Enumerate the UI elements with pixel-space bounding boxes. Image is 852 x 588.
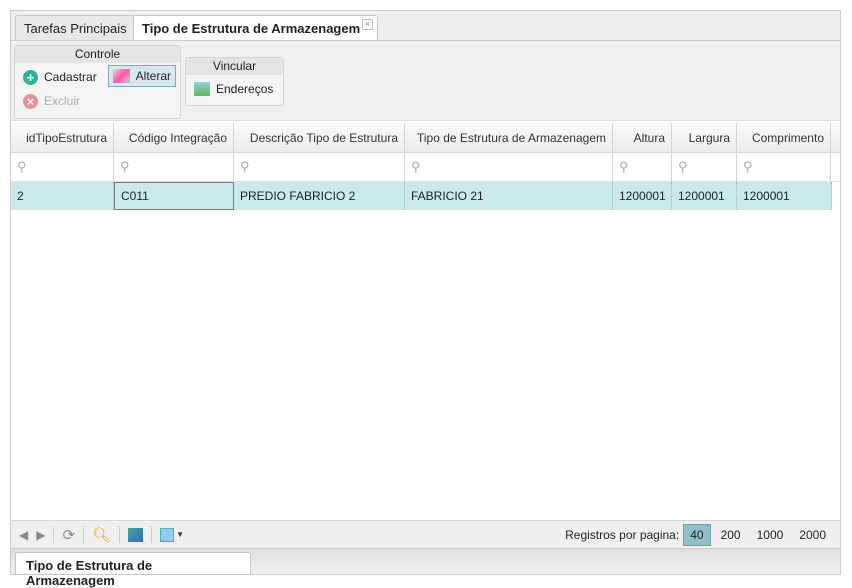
edit-icon	[113, 69, 130, 83]
filter-input[interactable]: ⚲	[234, 153, 405, 181]
tab-label: Tipo de Estrutura de Armazenagem	[142, 21, 361, 36]
table-cell[interactable]: 1200001	[737, 182, 832, 210]
page-size-option[interactable]: 2000	[793, 525, 832, 545]
column-header[interactable]: Largura	[672, 123, 737, 152]
cadastrar-button[interactable]: + Cadastrar	[19, 66, 101, 88]
column-header[interactable]: Código Integração	[114, 123, 234, 152]
column-header[interactable]: Comprimento	[737, 123, 831, 152]
filter-row: ⚲ ⚲ ⚲ ⚲ ⚲ ⚲ ⚲	[11, 153, 840, 182]
button-label: Alterar	[135, 69, 171, 83]
filter-input[interactable]: ⚲	[11, 153, 114, 181]
bottom-tab[interactable]: Tipo de Estrutura de Armazenagem	[15, 552, 251, 588]
refresh-icon[interactable]: ⟳	[62, 526, 75, 544]
search-icon: ⚲	[411, 159, 421, 174]
bottom-tab-bar: Tipo de Estrutura de Armazenagem	[10, 548, 841, 588]
tab-label: Tarefas Principais	[24, 21, 127, 36]
table-cell[interactable]: PREDIO FABRICIO 2	[234, 182, 405, 210]
zoom-icon[interactable]: 🔍︎	[92, 526, 111, 544]
search-icon: ⚲	[678, 159, 688, 174]
filter-input[interactable]: ⚲	[114, 153, 234, 181]
filter-input[interactable]: ⚲	[613, 153, 672, 181]
table-row[interactable]: 2 C011 PREDIO FABRICIO 2 FABRICIO 21 120…	[11, 182, 832, 210]
ribbon: Controle + Cadastrar Alterar × Excluir Vin…	[11, 41, 840, 121]
pager-toolbar: ◀ ▶ ⟳ 🔍︎ ▼ Registros por pagina: 40 200 …	[11, 520, 840, 548]
group-vincular: Vincular Endereços	[185, 57, 284, 106]
tab-bar: Tarefas Principais Tipo de Estrutura de …	[10, 10, 841, 41]
close-icon[interactable]: ×	[362, 19, 373, 30]
group-controle: Controle + Cadastrar Alterar × Excluir	[14, 45, 181, 119]
search-icon: ⚲	[120, 159, 130, 174]
link-icon	[194, 82, 210, 96]
excluir-button[interactable]: × Excluir	[19, 90, 84, 112]
group-title: Controle	[15, 46, 180, 63]
table-cell[interactable]: FABRICIO 21	[405, 182, 613, 210]
page-size-option[interactable]: 200	[715, 525, 747, 545]
plus-icon: +	[23, 69, 38, 85]
alterar-button[interactable]: Alterar	[108, 65, 176, 87]
next-page-icon[interactable]: ▶	[36, 528, 45, 542]
search-icon: ⚲	[17, 159, 27, 174]
main-panel: Controle + Cadastrar Alterar × Excluir Vin…	[10, 40, 841, 548]
filter-input[interactable]: ⚲	[672, 153, 737, 181]
tab-tarefas-principais[interactable]: Tarefas Principais	[15, 15, 136, 41]
table-cell[interactable]: C011	[114, 182, 234, 210]
separator	[83, 526, 85, 543]
column-header[interactable]: idTipoEstrutura	[11, 123, 114, 152]
page-size-selector: Registros por pagina: 40 200 1000 2000	[565, 523, 840, 546]
enderecos-button[interactable]: Endereços	[190, 78, 277, 100]
column-header[interactable]: Tipo de Estrutura de Armazenagem	[405, 123, 613, 152]
button-label: Cadastrar	[44, 70, 97, 84]
button-label: Excluir	[44, 94, 81, 108]
table-cell[interactable]: 1200001	[613, 182, 672, 210]
button-label: Endereços	[216, 82, 274, 96]
group-title: Vincular	[186, 58, 283, 75]
delete-icon: ×	[23, 93, 38, 109]
table-cell[interactable]: 1200001	[672, 182, 737, 210]
search-icon: ⚲	[743, 159, 753, 174]
filter-input[interactable]: ⚲	[405, 153, 613, 181]
page-size-option[interactable]: 1000	[751, 525, 790, 545]
prev-page-icon[interactable]: ◀	[19, 528, 28, 542]
separator	[53, 526, 55, 543]
separator	[151, 526, 153, 543]
page-size-label: Registros por pagina:	[565, 527, 680, 542]
grid-header: idTipoEstrutura Código Integração Descri…	[11, 123, 840, 153]
page-size-option[interactable]: 40	[683, 523, 711, 546]
export-icon[interactable]	[160, 527, 175, 542]
table-cell[interactable]: 2	[11, 182, 114, 210]
tab-tipo-estrutura[interactable]: Tipo de Estrutura de Armazenagem ×	[133, 15, 378, 41]
column-header[interactable]: Altura	[613, 123, 672, 152]
search-icon: ⚲	[619, 159, 629, 174]
separator	[119, 526, 121, 543]
chart-icon[interactable]	[128, 527, 144, 542]
filter-input[interactable]: ⚲	[737, 153, 831, 181]
column-header[interactable]: Descrição Tipo de Estrutura	[234, 123, 405, 152]
search-icon: ⚲	[240, 159, 250, 174]
dropdown-arrow-icon[interactable]: ▼	[176, 530, 184, 539]
